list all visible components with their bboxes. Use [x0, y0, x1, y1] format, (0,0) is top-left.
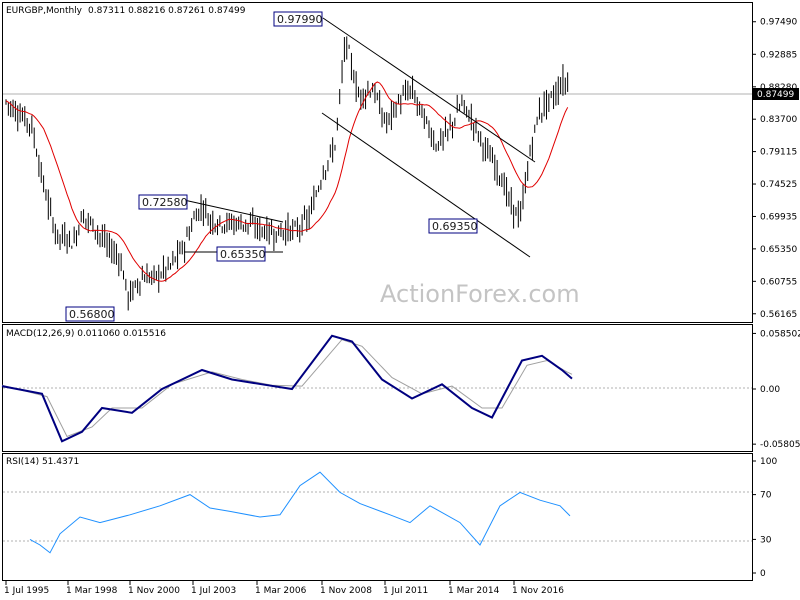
x-tick-label: 1 Nov 2016 [512, 586, 564, 596]
rsi-y-tick-label: 30 [760, 535, 772, 545]
price-panel-frame [2, 2, 753, 323]
x-axis: 1 Jul 1995 1 Mar 1998 1 Nov 2000 1 Jul 2003… [4, 580, 564, 596]
rsi-y-axis: 100 70 30 0 [752, 457, 777, 579]
annotation-label: 0.69350 [432, 220, 478, 233]
x-tick-label: 1 Nov 2000 [128, 586, 180, 596]
x-tick-label: 1 Mar 2006 [255, 586, 307, 596]
x-tick-label: 1 Jul 2003 [191, 586, 236, 596]
price-y-tick-label: 0.74525 [760, 180, 797, 190]
macd-y-axis: 0.058502 0.00 -0.058054 [752, 329, 800, 450]
macd-y-tick-label: 0.058502 [760, 329, 800, 339]
rsi-y-tick-label: 100 [760, 457, 777, 467]
price-title: EURGBP,Monthly [6, 6, 83, 16]
ohlc-readout: 0.87311 0.88216 0.87261 0.87499 [88, 6, 246, 16]
rsi-title: RSI(14) 51.4371 [6, 457, 79, 467]
chart-canvas: ActionForex.com EURGBP,Monthly 0.87311 0… [1, 2, 800, 596]
x-tick-label: 1 Jul 2011 [383, 586, 428, 596]
x-tick-label: 1 Jul 1995 [4, 586, 49, 596]
price-y-tick-label: 0.56165 [760, 310, 797, 320]
price-y-axis: 0.974900.928850.882800.837000.791150.745… [752, 18, 799, 320]
annotation-label: 0.72580 [142, 196, 188, 209]
annotation-label: 0.97990 [277, 13, 323, 26]
price-y-tick-label: 0.83700 [760, 115, 797, 125]
macd-y-tick-label: 0.00 [760, 385, 780, 395]
macd-y-tick-label: -0.058054 [760, 440, 800, 450]
rsi-y-tick-label: 70 [760, 491, 772, 501]
price-y-tick-label: 0.65350 [760, 245, 797, 255]
x-tick-label: 1 Nov 2008 [320, 586, 372, 596]
price-y-tick-label: 0.97490 [760, 18, 797, 28]
rsi-panel-frame [2, 453, 753, 581]
annotation-label: 0.56800 [69, 308, 115, 321]
price-y-tick-label: 0.79115 [760, 148, 797, 158]
current-price-label: 0.87499 [757, 90, 794, 100]
price-y-tick-label: 0.92885 [760, 50, 797, 60]
macd-title: MACD(12,26,9) 0.011060 0.015516 [6, 329, 166, 339]
price-y-tick-label: 0.60755 [760, 277, 797, 287]
x-tick-label: 1 Mar 2014 [448, 586, 500, 596]
x-tick-label: 1 Mar 1998 [66, 586, 118, 596]
price-y-tick-label: 0.69935 [760, 212, 797, 222]
rsi-y-tick-label: 0 [760, 569, 766, 579]
watermark: ActionForex.com [380, 280, 580, 308]
annotation-label: 0.65350 [220, 248, 266, 261]
